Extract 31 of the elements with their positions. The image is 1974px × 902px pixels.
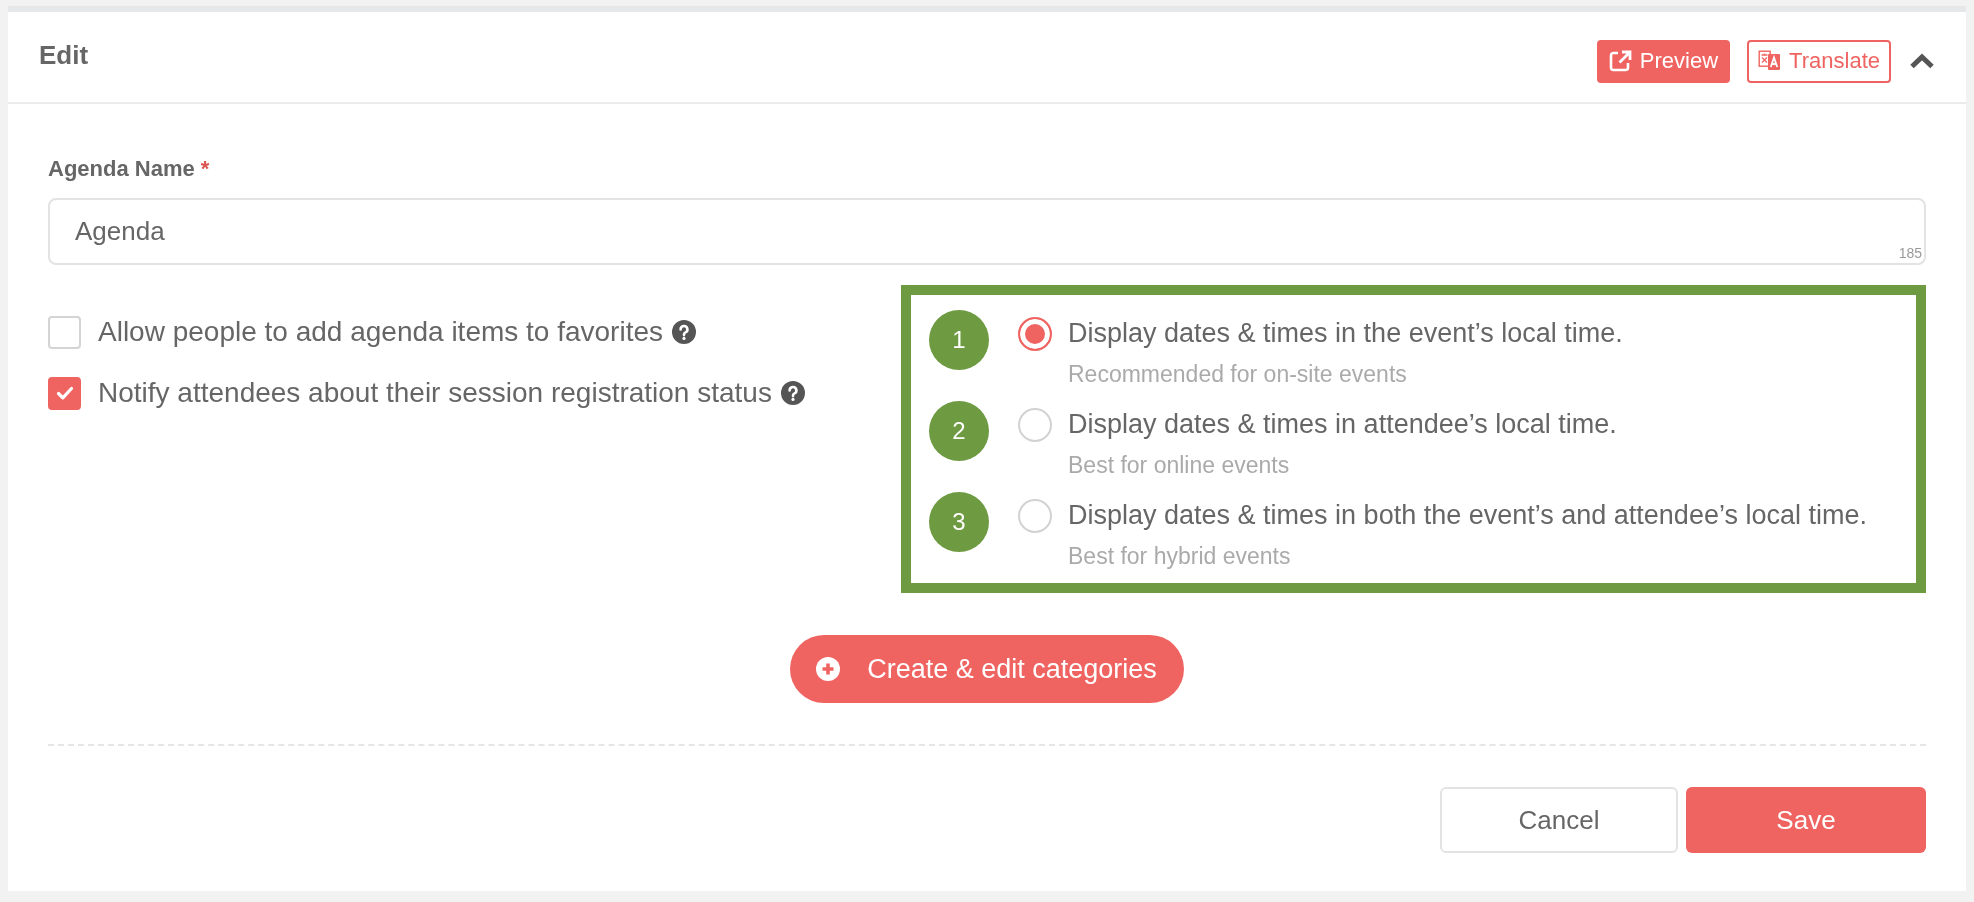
step-number: 2	[929, 401, 989, 461]
help-icon[interactable]	[780, 381, 805, 405]
option-hint: Best for hybrid events	[1068, 542, 1291, 571]
create-categories-button[interactable]: Create & edit categories	[790, 635, 1184, 703]
option-hint: Best for online events	[1068, 451, 1290, 480]
option-label: Display dates & times in attendee’s local time.	[1068, 408, 1617, 441]
field-label: Agenda Name	[48, 155, 195, 183]
plus-circle-icon	[816, 657, 841, 681]
step-number: 1	[929, 310, 989, 370]
radio-button[interactable]	[1018, 499, 1052, 533]
chevron-up-icon[interactable]	[1909, 53, 1935, 69]
option-label: Display dates & times in both the event’s and attendee’s local time.	[1068, 499, 1867, 532]
required-mark: *	[200, 155, 210, 183]
help-icon[interactable]	[672, 320, 697, 344]
cancel-button[interactable]: Cancel	[1440, 787, 1678, 853]
checkbox-label: Allow people to add agenda items to favorites	[98, 315, 664, 349]
character-count: 185	[1898, 245, 1922, 261]
checkbox[interactable]	[48, 376, 81, 410]
radio-button[interactable]	[1018, 317, 1052, 351]
checkbox[interactable]	[48, 315, 81, 349]
option-label: Display dates & times in the event’s local time.	[1068, 317, 1623, 350]
save-button[interactable]: Save	[1686, 787, 1926, 853]
external-link-icon	[1608, 50, 1632, 72]
radio-button[interactable]	[1018, 408, 1052, 442]
step-number: 3	[929, 492, 989, 552]
preview-button[interactable]: Preview	[1596, 39, 1731, 83]
translate-button[interactable]: Translate	[1747, 39, 1891, 83]
checkbox-label: Notify attendees about their session registration status	[98, 376, 772, 410]
panel-title: Edit	[39, 39, 89, 71]
translate-icon	[1758, 50, 1782, 72]
option-hint: Recommended for on-site events	[1068, 360, 1407, 389]
